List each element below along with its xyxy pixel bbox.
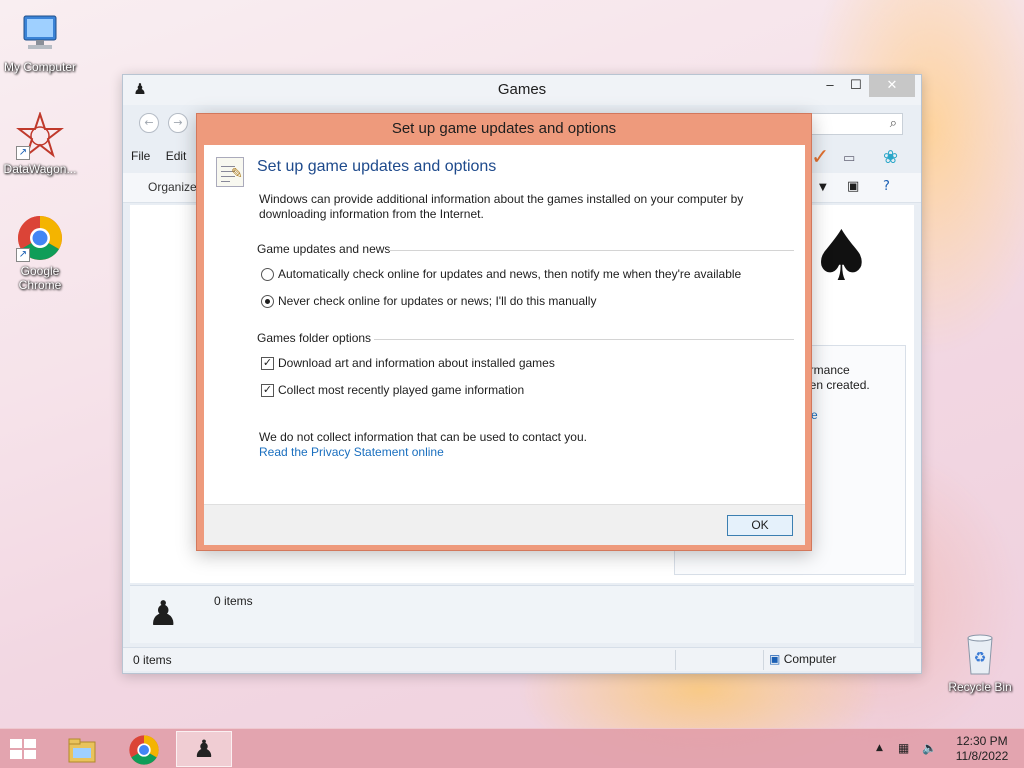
- folder-icon: [68, 738, 96, 763]
- start-button[interactable]: [10, 739, 38, 759]
- taskbar-file-explorer[interactable]: [54, 731, 110, 767]
- svg-text:♻: ♻: [974, 650, 987, 666]
- desktop-icon-label: DataWagon...: [3, 162, 77, 176]
- shell-icon[interactable]: ❀: [883, 147, 898, 168]
- clock-time: 12:30 PM: [956, 734, 1008, 748]
- computer-small-icon: ▣: [769, 652, 781, 666]
- group-divider: [374, 339, 794, 340]
- taskbar-chrome[interactable]: [116, 731, 172, 767]
- side-panel-link[interactable]: e: [811, 408, 818, 422]
- dialog-footer: OK: [204, 504, 805, 545]
- window-title: Games: [497, 81, 547, 98]
- radio-auto-label: Automatically check online for updates a…: [278, 267, 742, 281]
- privacy-statement-link[interactable]: Read the Privacy Statement online: [259, 445, 444, 459]
- desktop-icon-label: Google Chrome: [18, 264, 62, 292]
- details-item-count: 0 items: [214, 594, 253, 608]
- desktop-icon-my-computer[interactable]: My Computer: [0, 10, 80, 74]
- menu-bar: File Edit: [131, 149, 198, 169]
- games-chess-icon: ♟: [193, 735, 215, 763]
- clock-date: 11/8/2022: [955, 749, 1009, 763]
- organize-button[interactable]: Organize: [148, 180, 197, 194]
- checkbox-recent[interactable]: ✓: [261, 384, 274, 397]
- details-pane: ♟ 0 items: [130, 585, 914, 643]
- notepad-pen-icon: ✎: [216, 157, 244, 187]
- games-puzzle-chess-icon: ♟: [148, 594, 179, 634]
- desktop-icon-datawagon[interactable]: ↗ DataWagon...: [0, 110, 80, 176]
- checkmark-icon[interactable]: ✓: [811, 145, 829, 170]
- forward-button[interactable]: →: [168, 113, 188, 133]
- close-button[interactable]: ✕: [869, 75, 915, 97]
- checkbox-recent-label: Collect most recently played game inform…: [278, 383, 525, 397]
- status-location: ▣ Computer: [769, 652, 836, 666]
- minimize-button[interactable]: –: [817, 75, 843, 97]
- menu-edit[interactable]: Edit: [166, 149, 187, 163]
- status-divider: [675, 650, 676, 670]
- group-label-updates: Game updates and news: [257, 242, 391, 256]
- show-hidden-icons-button[interactable]: ▲: [876, 743, 883, 753]
- help-icon[interactable]: ?: [883, 179, 890, 194]
- checkbox-art[interactable]: ✓: [261, 357, 274, 370]
- taskbar-clock[interactable]: 12:30 PM 11/8/2022: [950, 734, 1014, 764]
- back-button[interactable]: ←: [139, 113, 159, 133]
- radio-button-auto[interactable]: [261, 268, 274, 281]
- radio-button-never[interactable]: [261, 295, 274, 308]
- recycle-bin-icon: ♻: [956, 630, 1004, 678]
- status-divider: [763, 650, 764, 670]
- datawagon-star-icon: ↗: [16, 110, 64, 160]
- shortcut-arrow-icon: ↗: [16, 146, 30, 160]
- menu-file[interactable]: File: [131, 149, 150, 163]
- window-titlebar[interactable]: ♟ Games – ☐ ✕: [123, 75, 921, 105]
- preview-pane-icon[interactable]: ▣: [847, 179, 859, 194]
- status-item-count: 0 items: [133, 653, 172, 667]
- maximize-button[interactable]: ☐: [843, 75, 869, 97]
- search-icon: ⌕: [889, 116, 897, 131]
- chrome-icon: [129, 735, 159, 765]
- network-icon[interactable]: ▦: [898, 741, 909, 755]
- dialog-intro-text: Windows can provide additional informati…: [259, 192, 744, 221]
- checkbox-art-label: Download art and information about insta…: [278, 356, 555, 370]
- desktop-icon-label: My Computer: [3, 60, 77, 74]
- dialog-heading: Set up game updates and options: [257, 158, 497, 175]
- view-dropdown-icon[interactable]: ▼: [819, 182, 827, 193]
- chrome-icon: ↗: [16, 214, 64, 262]
- game-updates-dialog: Set up game updates and options ✎ Set up…: [196, 113, 812, 551]
- status-bar: 0 items ▣ Computer: [123, 647, 921, 671]
- spade-icon: ♠: [810, 215, 873, 297]
- shortcut-arrow-icon: ↗: [16, 248, 30, 262]
- search-box[interactable]: ⌕: [803, 113, 903, 135]
- volume-icon[interactable]: 🔈: [922, 741, 937, 755]
- privacy-note: We do not collect information that can b…: [259, 430, 587, 444]
- desktop-icon-label: Recycle Bin: [948, 680, 1012, 694]
- dialog-title[interactable]: Set up game updates and options: [197, 114, 811, 144]
- taskbar: ♟ ▲ ▦ 🔈 12:30 PM 11/8/2022: [0, 728, 1024, 768]
- ok-button[interactable]: OK: [727, 515, 793, 536]
- desktop-icon-google-chrome[interactable]: ↗ Google Chrome: [0, 214, 80, 292]
- group-divider: [389, 250, 794, 251]
- desktop-icon-recycle-bin[interactable]: ♻ Recycle Bin: [940, 630, 1020, 694]
- games-chess-icon: ♟: [133, 81, 147, 98]
- radio-never-label: Never check online for updates or news; …: [278, 294, 597, 308]
- status-location-label: Computer: [783, 652, 837, 666]
- group-label-folder: Games folder options: [257, 331, 372, 345]
- side-panel-text-2: een created.: [803, 378, 870, 392]
- dialog-body: ✎ Set up game updates and options Window…: [204, 145, 805, 545]
- computer-icon: [16, 10, 64, 58]
- card-icon[interactable]: ▭: [843, 151, 855, 166]
- taskbar-games[interactable]: ♟: [176, 731, 232, 767]
